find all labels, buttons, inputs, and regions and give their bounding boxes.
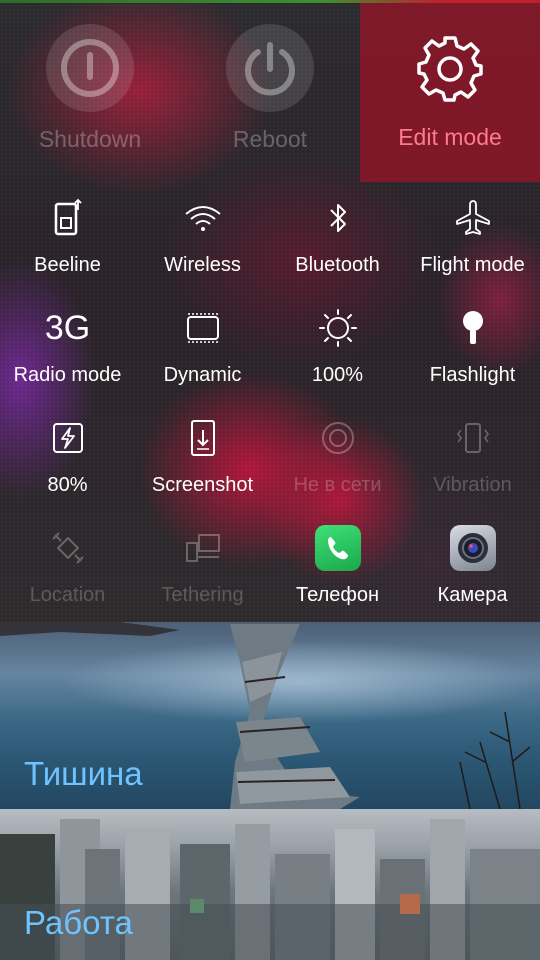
power-icon	[46, 24, 134, 112]
toggle-radio-mode[interactable]: 3G Radio mode	[0, 298, 135, 408]
tethering-icon	[173, 520, 233, 576]
toggle-label: Screenshot	[151, 474, 254, 496]
reboot-icon	[226, 24, 314, 112]
gear-icon	[417, 36, 483, 102]
power-row: Shutdown Reboot Edit mode	[0, 0, 540, 182]
toggle-label: Flashlight	[429, 364, 516, 386]
flashlight-icon	[443, 300, 503, 356]
toggle-label: Beeline	[34, 254, 101, 276]
toggle-row: 3G Radio mode Dynamic 100% Flashlight	[0, 298, 540, 408]
toggle-vibration[interactable]: Vibration	[405, 408, 540, 518]
toggle-dynamic[interactable]: Dynamic	[135, 298, 270, 408]
toggle-label: 100%	[311, 364, 364, 386]
edit-mode-label: Edit mode	[398, 124, 502, 150]
toggle-label: Wireless	[164, 254, 241, 276]
battery-saver-icon	[38, 410, 98, 466]
app-phone[interactable]: Телефон	[270, 518, 405, 628]
toggle-bluetooth[interactable]: Bluetooth	[270, 188, 405, 298]
presence-icon	[308, 410, 368, 466]
toggle-label: Tethering	[161, 584, 244, 606]
toggle-label: Телефон	[296, 584, 379, 606]
shutdown-button[interactable]: Shutdown	[0, 0, 180, 182]
toggle-label: Bluetooth	[295, 254, 380, 276]
vibration-icon	[443, 410, 503, 466]
phone-app-icon-wrap	[308, 520, 368, 576]
status-line	[0, 0, 540, 3]
app-camera[interactable]: Камера	[405, 518, 540, 628]
camera-app-icon	[449, 525, 496, 571]
toggle-tethering[interactable]: Tethering	[135, 518, 270, 628]
network-type-icon: 3G	[38, 300, 98, 356]
toggle-label: Dynamic	[163, 364, 242, 386]
reboot-label: Reboot	[232, 126, 308, 152]
toggle-label: Не в сети	[293, 474, 382, 496]
brightness-icon	[308, 300, 368, 356]
display-icon	[173, 300, 233, 356]
toggle-row: Location Tethering Телефон Камера	[0, 518, 540, 628]
reboot-button[interactable]: Reboot	[180, 0, 360, 182]
sim-card-icon	[38, 190, 98, 246]
toggle-label: 80%	[47, 474, 88, 496]
profile-quiet-card[interactable]: Тишина	[0, 622, 540, 809]
toggle-flight-mode[interactable]: Flight mode	[405, 188, 540, 298]
phone-app-icon	[314, 525, 361, 571]
toggle-wireless[interactable]: Wireless	[135, 188, 270, 298]
toggle-label: Vibration	[433, 474, 512, 496]
bluetooth-icon	[308, 190, 368, 246]
toggle-label: Камера	[437, 584, 508, 606]
toggle-label: Radio mode	[13, 364, 122, 386]
location-icon	[38, 520, 98, 576]
wifi-icon	[173, 190, 233, 246]
radio-mode-value: 3G	[44, 308, 91, 347]
toggle-flashlight[interactable]: Flashlight	[405, 298, 540, 408]
airplane-icon	[443, 190, 503, 246]
toggle-location[interactable]: Location	[0, 518, 135, 628]
quick-settings-grid: Beeline Wireless Bluetooth Flight mode 3…	[0, 188, 540, 628]
edit-mode-button[interactable]: Edit mode	[360, 0, 540, 182]
screenshot-icon	[173, 410, 233, 466]
shutdown-label: Shutdown	[38, 126, 142, 152]
profile-work-card[interactable]: Работа	[0, 809, 540, 960]
toggle-row: 80% Screenshot Не в сети Vibration	[0, 408, 540, 518]
toggle-brightness[interactable]: 100%	[270, 298, 405, 408]
toggle-presence[interactable]: Не в сети	[270, 408, 405, 518]
toggle-battery-saver[interactable]: 80%	[0, 408, 135, 518]
toggle-screenshot[interactable]: Screenshot	[135, 408, 270, 518]
profile-work-title: Работа	[24, 904, 133, 941]
toggle-label: Flight mode	[420, 254, 525, 276]
toggle-row: Beeline Wireless Bluetooth Flight mode	[0, 188, 540, 298]
camera-app-icon-wrap	[443, 520, 503, 576]
toggle-beeline[interactable]: Beeline	[0, 188, 135, 298]
toggle-label: Location	[29, 584, 106, 606]
profile-quiet-title: Тишина	[24, 755, 143, 792]
